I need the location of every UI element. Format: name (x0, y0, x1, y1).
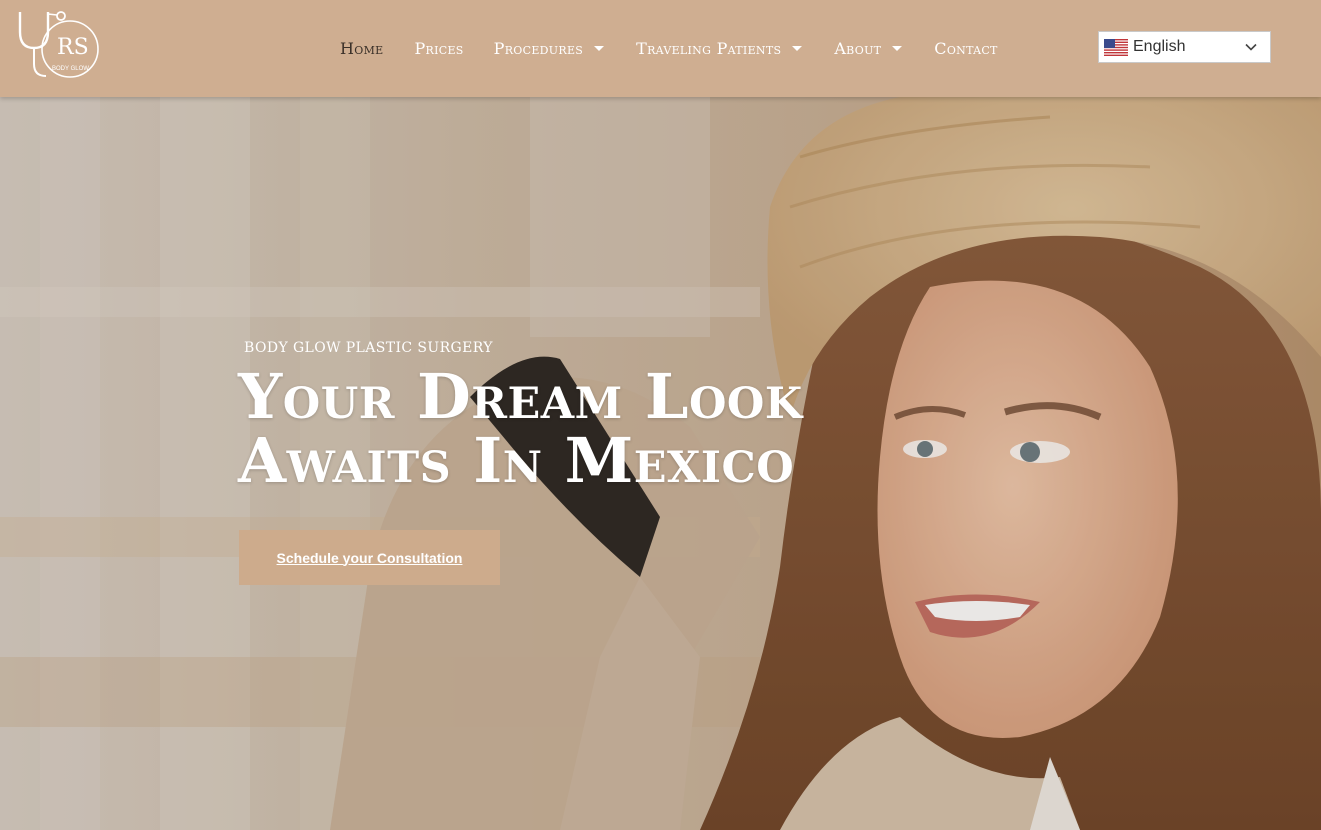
schedule-consultation-label: Schedule your Consultation (276, 549, 463, 566)
nav-prices-label: Prices (414, 39, 464, 58)
language-label: English (1133, 38, 1186, 55)
nav-traveling-patients-label: Traveling Patients (636, 39, 782, 58)
schedule-consultation-button[interactable]: Schedule your Consultation (239, 530, 500, 585)
hero-title: Your Dream Look Awaits In Mexico (238, 365, 918, 493)
nav-contact[interactable]: Contact (934, 0, 997, 97)
chevron-down-icon (1245, 43, 1257, 51)
caret-down-icon (892, 46, 903, 51)
nav-prices[interactable]: Prices (414, 0, 463, 97)
nav-procedures-label: Procedures (493, 39, 584, 58)
nav-home-label: Home (340, 39, 384, 58)
nav-procedures[interactable]: Procedures (493, 0, 605, 97)
hero-title-line-1: Your Dream Look (238, 360, 803, 433)
caret-down-icon (792, 46, 803, 51)
logo-brand: BODY GLOW (52, 66, 89, 72)
hero-title-line-2: Awaits In Mexico (238, 424, 795, 497)
language-select[interactable]: English (1098, 31, 1271, 63)
hero-eyebrow: BODY GLOW PLASTIC SURGERY (244, 340, 493, 356)
us-flag-icon (1104, 38, 1128, 56)
nav-traveling-patients[interactable]: Traveling Patients (636, 0, 803, 97)
nav-about-label: About (834, 39, 882, 58)
nav-contact-label: Contact (934, 39, 998, 58)
nav-about[interactable]: About (834, 0, 903, 97)
main-nav: Home Prices Procedures Traveling Patient… (340, 0, 998, 97)
logo-monogram: RS (57, 35, 89, 60)
caret-down-icon (594, 46, 605, 51)
logo[interactable]: RS BODY GLOW (14, 8, 102, 86)
site-header: RS BODY GLOW Home Prices Procedures Trav… (0, 0, 1321, 97)
hero-section: BODY GLOW PLASTIC SURGERY Your Dream Loo… (0, 97, 1321, 830)
nav-home[interactable]: Home (340, 0, 383, 97)
